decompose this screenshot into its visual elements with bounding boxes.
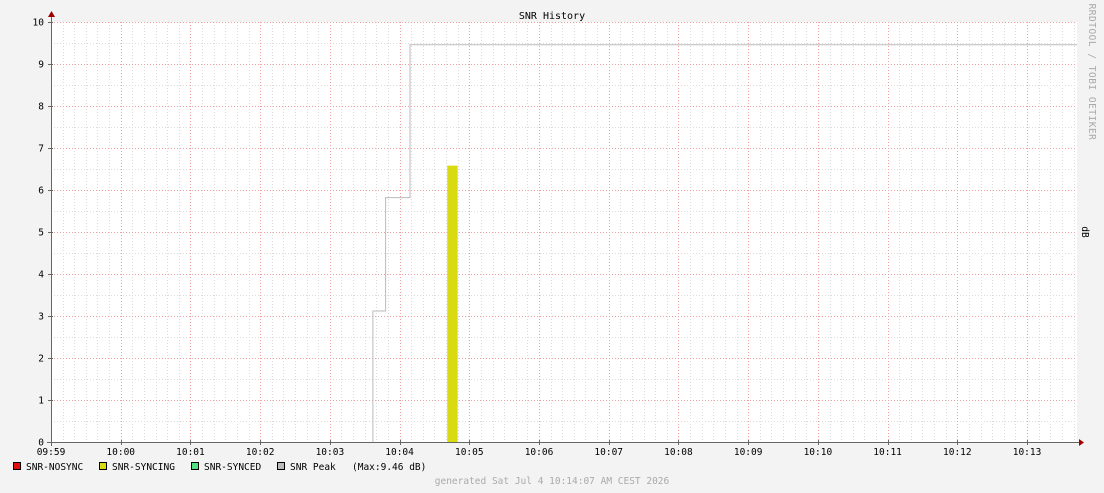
x-tick-label: 10:09 [734,447,763,458]
x-tick-label: 10:13 [1013,447,1042,458]
x-tick-label: 10:11 [873,447,902,458]
y-tick-label: 5 [38,228,44,239]
y-tick-label: 10 [33,18,45,29]
x-tick-label: 10:08 [664,447,693,458]
chart-title: SNR History [519,11,585,22]
series-bar-snr-syncing [447,165,458,442]
x-tick-label: 10:10 [804,447,833,458]
legend-label: SNR-SYNCING [112,462,175,473]
y-tick-label: 4 [38,270,44,281]
x-tick-label: 10:00 [106,447,135,458]
legend-label: SNR Peak [290,462,336,473]
x-tick-label: 10:07 [594,447,623,458]
legend-swatch [277,462,285,470]
y-tick-label: 3 [38,312,44,323]
legend-label: SNR-NOSYNC [26,462,83,473]
y-tick-label: 6 [38,186,44,197]
x-tick-label: 10:02 [246,447,275,458]
x-tick-label: 10:04 [385,447,414,458]
watermark: RRDTOOL / TOBI OETIKER [1086,4,1097,141]
y-axis-label: dB [1079,226,1090,238]
legend-label: SNR-SYNCED [204,462,261,473]
x-tick-label: 10:12 [943,447,972,458]
y-tick-label: 7 [38,144,44,155]
x-tick-label: 10:01 [176,447,205,458]
x-tick-label: 10:05 [455,447,484,458]
snr-history-chart: 01234567891009:59 10:00 10:01 10:02 10:03 10:… [0,0,1104,493]
legend-swatch [13,462,21,470]
y-tick-label: 2 [38,354,44,365]
legend-max-note: (Max:9.46 dB) [352,462,426,473]
x-tick-label: 10:06 [525,447,554,458]
legend-swatch [191,462,199,470]
y-tick-label: 9 [38,60,44,71]
legend-swatch [99,462,107,470]
generated-footer: generated Sat Jul 4 10:14:07 AM CEST 202… [435,476,670,487]
x-tick-label: 10:03 [316,447,345,458]
y-tick-label: 1 [38,396,44,407]
y-tick-label: 8 [38,102,44,113]
x-tick-label: 09:59 [37,447,66,458]
